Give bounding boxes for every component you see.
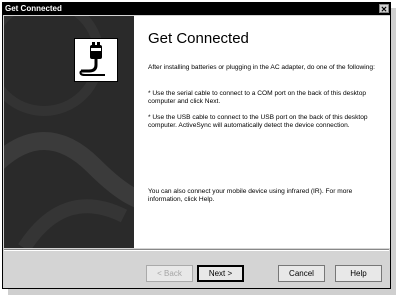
wizard-side-panel <box>4 16 134 248</box>
page-title: Get Connected <box>148 30 249 47</box>
back-button[interactable]: < Back <box>146 265 193 282</box>
serial-instruction: * Use the serial cable to connect to a C… <box>148 90 367 105</box>
title-bar[interactable]: Get Connected ✕ <box>3 3 390 15</box>
intro-text: After installing batteries or plugging i… <box>148 64 375 71</box>
window-title: Get Connected <box>5 4 62 13</box>
usb-instruction: * Use the USB cable to connect to the US… <box>148 114 368 129</box>
wizard-content: Get Connected After installing batteries… <box>134 16 390 248</box>
infrared-text: You can also connect your mobile device … <box>148 188 353 203</box>
help-button[interactable]: Help <box>335 265 382 282</box>
close-button[interactable]: ✕ <box>379 4 389 14</box>
cable-plug-icon <box>74 38 118 82</box>
cancel-button[interactable]: Cancel <box>278 265 325 282</box>
dialog-window: Get Connected ✕ Get Connected After inst… <box>2 2 391 289</box>
next-button[interactable]: Next > <box>197 265 244 282</box>
close-icon: ✕ <box>380 5 388 14</box>
button-separator <box>4 249 389 251</box>
